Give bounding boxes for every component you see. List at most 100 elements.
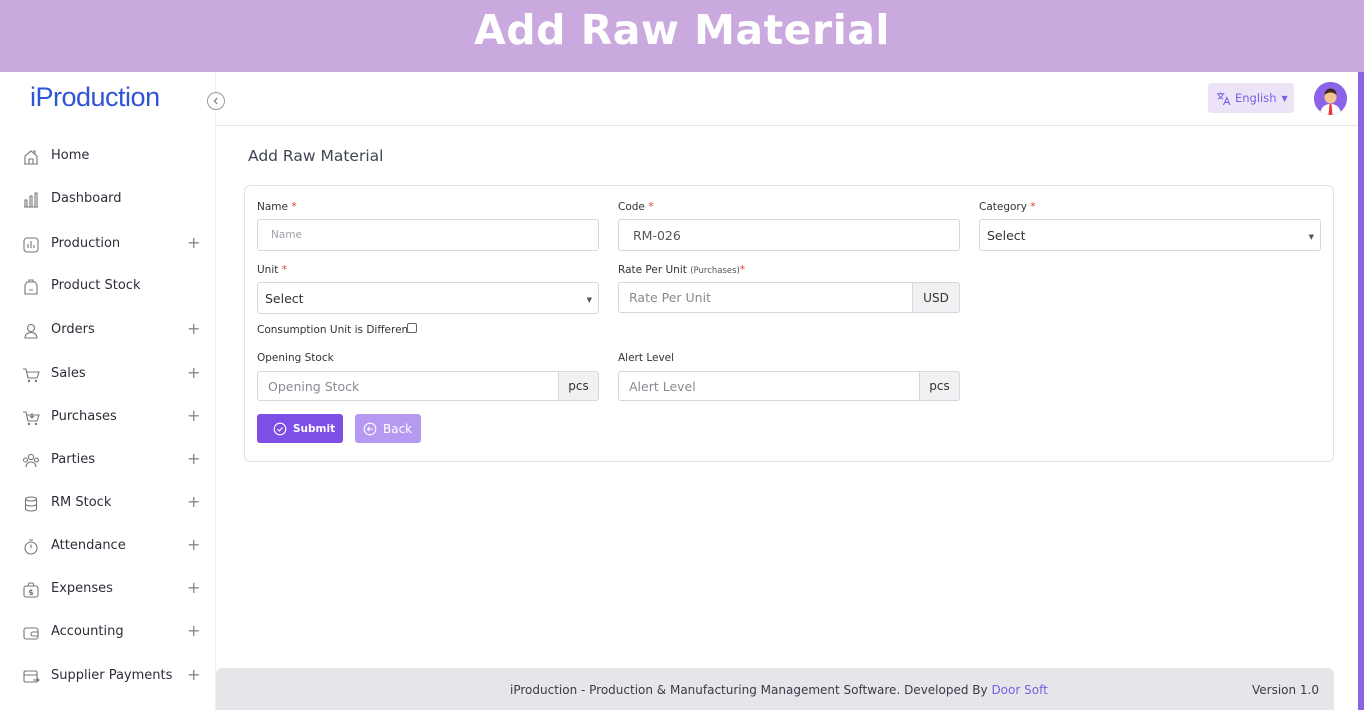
expand-icon[interactable]: + xyxy=(187,535,200,554)
unit-selected: Select xyxy=(265,290,304,306)
database-icon xyxy=(22,495,40,513)
unit-label-text: Unit xyxy=(257,264,279,276)
chevron-left-icon xyxy=(213,97,218,105)
footer: iProduction - Production & Manufacturing… xyxy=(216,668,1334,710)
sidebar-item-expenses[interactable]: Expenses + xyxy=(0,575,216,605)
currency-addon: USD xyxy=(912,282,960,313)
required-mark: * xyxy=(1030,201,1036,213)
arrow-left-circle-icon xyxy=(363,422,377,435)
sidebar-item-parties[interactable]: Parties + xyxy=(0,446,216,476)
name-input[interactable]: Name xyxy=(257,219,599,251)
caret-down-icon: ▼ xyxy=(1308,233,1314,241)
money-bag-icon xyxy=(22,581,40,599)
sidebar-item-label: Accounting xyxy=(51,624,124,639)
translate-icon xyxy=(1216,91,1231,105)
footer-text: iProduction - Production & Manufacturing… xyxy=(510,683,1048,697)
expand-icon[interactable]: + xyxy=(187,578,200,597)
expand-icon[interactable]: + xyxy=(187,406,200,425)
consumption-label: Consumption Unit is Different xyxy=(257,324,413,336)
sidebar-item-home[interactable]: Home xyxy=(0,142,216,172)
developer-link[interactable]: Door Soft xyxy=(991,683,1047,697)
sidebar-item-supplier-payments[interactable]: Supplier Payments + xyxy=(0,662,216,692)
required-mark: * xyxy=(648,201,654,213)
code-value: RM-026 xyxy=(633,227,681,243)
sidebar-item-purchases[interactable]: Purchases + xyxy=(0,403,216,433)
language-label: English xyxy=(1235,91,1277,105)
alert-level-input[interactable]: Alert Level xyxy=(618,371,920,401)
sidebar-item-product-stock[interactable]: Product Stock xyxy=(0,272,216,302)
expand-icon[interactable]: + xyxy=(187,233,200,252)
footer-description: iProduction - Production & Manufacturing… xyxy=(510,683,992,697)
alert-level-unit-addon: pcs xyxy=(919,371,960,401)
back-label: Back xyxy=(383,421,413,436)
submit-button[interactable]: Submit xyxy=(257,414,343,443)
category-select[interactable]: Select ▼ xyxy=(979,219,1321,251)
sidebar-item-dashboard[interactable]: Dashboard xyxy=(0,185,216,215)
check-circle-icon xyxy=(273,422,287,435)
user-icon xyxy=(22,322,40,340)
header-banner: Add Raw Material xyxy=(0,0,1364,72)
sidebar-item-label: Parties xyxy=(51,452,96,467)
alert-level-placeholder: Alert Level xyxy=(629,378,696,394)
stock-bag-icon xyxy=(22,278,40,296)
consumption-unit-checkbox[interactable] xyxy=(407,323,417,333)
currency-addon-label: USD xyxy=(923,290,949,305)
sidebar-item-label: RM Stock xyxy=(51,495,112,510)
sidebar-item-rm-stock[interactable]: RM Stock + xyxy=(0,489,216,519)
expand-icon[interactable]: + xyxy=(187,319,200,338)
expand-icon[interactable]: + xyxy=(187,492,200,511)
name-label: Name * xyxy=(257,201,297,213)
sidebar-item-label: Dashboard xyxy=(51,191,122,206)
language-selector[interactable]: English ▼ xyxy=(1208,83,1294,113)
sidebar: iProduction Home Dashboard Production + … xyxy=(0,72,225,710)
top-bar: English ▼ xyxy=(216,72,1358,126)
payment-card-icon xyxy=(22,668,40,686)
expand-icon[interactable]: + xyxy=(187,665,200,684)
code-input[interactable]: RM-026 xyxy=(618,219,960,251)
sidebar-item-label: Product Stock xyxy=(51,278,141,293)
sidebar-item-sales[interactable]: Sales + xyxy=(0,360,216,390)
expand-icon[interactable]: + xyxy=(187,363,200,382)
sidebar-item-orders[interactable]: Orders + xyxy=(0,316,216,346)
expand-icon[interactable]: + xyxy=(187,621,200,640)
page-scrollbar[interactable] xyxy=(1358,72,1364,710)
sidebar-item-label: Expenses xyxy=(51,581,113,596)
rate-per-unit-input[interactable]: Rate Per Unit xyxy=(618,282,913,313)
expand-icon[interactable]: + xyxy=(187,449,200,468)
sidebar-item-label: Orders xyxy=(51,322,95,337)
caret-down-icon: ▼ xyxy=(586,296,592,304)
sidebar-item-attendance[interactable]: Attendance + xyxy=(0,532,216,562)
sidebar-item-label: Production xyxy=(51,236,121,251)
add-raw-material-form: Name * Name Code * RM-026 Category * Sel… xyxy=(244,185,1334,462)
sidebar-item-label: Supplier Payments xyxy=(51,668,173,683)
sidebar-item-label: Purchases xyxy=(51,409,117,424)
sidebar-item-label: Home xyxy=(51,148,90,163)
sidebar-collapse-button[interactable] xyxy=(207,92,225,110)
rate-label: Rate Per Unit (Purchases)* xyxy=(618,264,745,276)
code-label-text: Code xyxy=(618,201,645,213)
name-placeholder: Name xyxy=(271,229,302,241)
cart-download-icon xyxy=(22,409,40,427)
category-label: Category * xyxy=(979,201,1036,213)
bar-chart-icon xyxy=(22,191,40,209)
unit-label: Unit * xyxy=(257,264,287,276)
unit-select[interactable]: Select ▼ xyxy=(257,282,599,314)
main-content: Add Raw Material Name * Name Code * RM-0… xyxy=(216,126,1358,710)
cart-icon xyxy=(22,366,40,384)
sidebar-item-production[interactable]: Production + xyxy=(0,230,216,260)
opening-stock-input[interactable]: Opening Stock xyxy=(257,371,559,401)
required-mark: * xyxy=(291,201,297,213)
sidebar-item-accounting[interactable]: Accounting + xyxy=(0,618,216,648)
opening-stock-unit-addon: pcs xyxy=(558,371,599,401)
sidebar-item-label: Attendance xyxy=(51,538,126,553)
required-mark: * xyxy=(281,264,287,276)
opening-stock-label: Opening Stock xyxy=(257,352,334,364)
code-label: Code * xyxy=(618,201,653,213)
app-logo[interactable]: iProduction xyxy=(30,82,160,113)
user-avatar[interactable] xyxy=(1314,82,1347,115)
alert-level-unit: pcs xyxy=(929,379,950,393)
wallet-icon xyxy=(22,624,40,642)
back-button[interactable]: Back xyxy=(355,414,421,443)
group-icon xyxy=(22,452,40,470)
home-icon xyxy=(22,148,40,166)
